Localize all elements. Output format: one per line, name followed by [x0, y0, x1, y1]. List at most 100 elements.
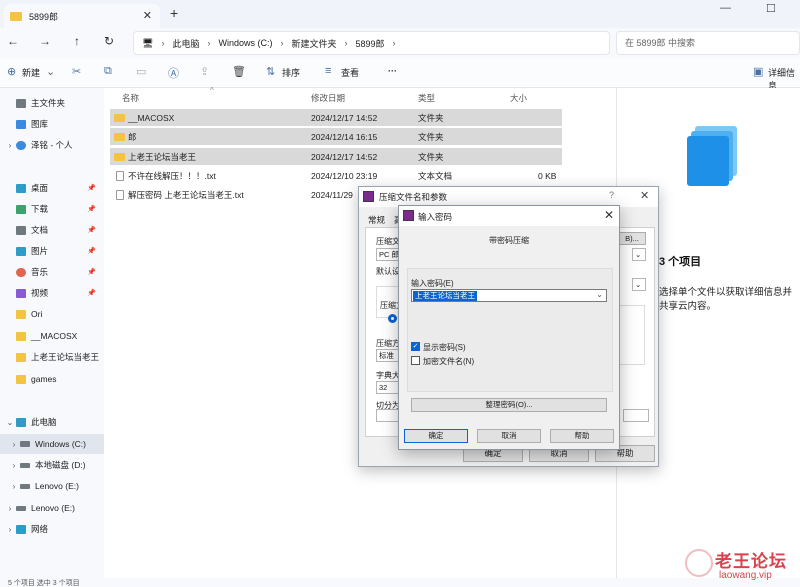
sidebar-item-onedrive[interactable]: › 泽铭 - 个人 — [0, 135, 104, 155]
sidebar-item-videos[interactable]: 视频 📌 — [0, 283, 104, 303]
breadcrumb-this-pc[interactable]: 此电脑 — [172, 37, 199, 50]
breadcrumb-c-drive[interactable]: Windows (C:) — [218, 38, 272, 48]
sidebar-item-label: 上老王论坛当老王 — [31, 352, 100, 362]
address-bar[interactable]: 🖥 › 此电脑 › Windows (C:) › 新建文件夹 › 5899郎 › — [133, 31, 610, 55]
encrypt-names-label[interactable]: 加密文件名(N) — [423, 356, 474, 367]
table-row[interactable]: 上老王论坛当老王 2024/12/17 14:52 文件夹 — [110, 148, 562, 165]
sidebar-item-c-drive[interactable]: › Windows (C:) — [0, 434, 104, 454]
profile-dropdown[interactable]: ⌄ — [632, 278, 646, 291]
sidebar-item-pictures[interactable]: 图片 📌 — [0, 241, 104, 261]
cancel-button[interactable]: 取消 — [477, 429, 541, 443]
view-button[interactable]: 查看 — [341, 66, 359, 79]
chevron-right-icon[interactable]: › — [4, 525, 16, 534]
sidebar-item-music[interactable]: 音乐 📌 — [0, 262, 104, 282]
radio-button[interactable] — [388, 314, 397, 323]
refresh-button[interactable]: ↻ — [101, 34, 117, 48]
column-header-size[interactable]: 大小 — [510, 92, 527, 104]
sidebar-item-laowang[interactable]: 上老王论坛当老王 — [0, 347, 104, 367]
sidebar-item-e-drive[interactable]: › Lenovo (E:) — [0, 476, 104, 496]
chevron-right-icon[interactable]: › — [4, 141, 16, 150]
organize-passwords-button[interactable]: 整理密码(O)... — [411, 398, 607, 412]
dialog-titlebar[interactable]: 输入密码 ✕ — [399, 206, 619, 226]
sidebar-item-d-drive[interactable]: › 本地磁盘 (D:) — [0, 455, 104, 475]
breadcrumb-new-folder[interactable]: 新建文件夹 — [291, 37, 336, 50]
maximize-button[interactable]: ☐ — [766, 2, 776, 15]
sidebar-item-label: 视频 — [31, 288, 49, 298]
pin-icon[interactable]: 📌 — [87, 289, 96, 297]
sidebar-item-documents[interactable]: 文档 📌 — [0, 220, 104, 240]
forward-button[interactable]: → — [37, 34, 53, 48]
browse-button[interactable]: B)... — [618, 232, 646, 245]
tab-general[interactable]: 常规 — [368, 214, 385, 226]
show-password-label[interactable]: 显示密码(S) — [423, 342, 466, 353]
show-password-checkbox[interactable]: ✓ — [411, 342, 420, 351]
sidebar-item-home[interactable]: 主文件夹 — [0, 93, 104, 113]
back-button[interactable]: ← — [5, 34, 21, 48]
cut-icon[interactable]: ✂ — [72, 65, 81, 78]
sidebar-item-gallery[interactable]: 图库 — [0, 114, 104, 134]
dialog-titlebar[interactable]: 压缩文件名和参数 ? ✕ — [359, 187, 658, 207]
column-header-name[interactable]: 名称 — [122, 92, 139, 104]
delete-icon[interactable]: 🗑 — [232, 65, 246, 78]
pin-icon[interactable]: 📌 — [87, 268, 96, 276]
help-icon[interactable]: ? — [609, 190, 614, 200]
sidebar-item-macosx[interactable]: __MACOSX — [0, 326, 104, 346]
close-tab-icon[interactable]: ✕ — [143, 9, 152, 22]
sidebar-item-label: 图库 — [31, 119, 49, 129]
paste-icon[interactable]: ▭ — [136, 65, 146, 78]
archive-name-dropdown[interactable]: ⌄ — [632, 248, 646, 261]
sidebar-item-downloads[interactable]: 下载 📌 — [0, 199, 104, 219]
chevron-right-icon: › — [161, 38, 165, 48]
text-file-icon — [116, 170, 124, 181]
share-icon[interactable]: ⇪ — [200, 65, 209, 78]
table-row[interactable]: __MACOSX 2024/12/17 14:52 文件夹 — [110, 109, 562, 126]
more-button[interactable]: ··· — [388, 66, 397, 76]
table-row[interactable]: 不许在线解压！！！.txt 2024/12/10 23:19 文本文档 0 KB — [110, 167, 562, 184]
new-button[interactable]: 新建 — [22, 66, 40, 79]
chevron-right-icon[interactable]: › — [4, 504, 16, 513]
pin-icon[interactable]: 📌 — [87, 184, 96, 192]
column-header-type[interactable]: 类型 — [418, 92, 435, 104]
sort-button[interactable]: 排序 — [282, 66, 300, 79]
pin-icon[interactable]: 📌 — [87, 247, 96, 255]
ok-button[interactable]: 确定 — [404, 429, 468, 443]
close-icon[interactable]: ✕ — [640, 189, 649, 202]
chevron-right-icon: › — [392, 38, 396, 48]
network-icon — [16, 524, 26, 534]
chevron-right-icon[interactable]: › — [8, 482, 20, 491]
breadcrumb-5899[interactable]: 5899郎 — [355, 37, 384, 50]
sidebar-item-desktop[interactable]: 桌面 📌 — [0, 178, 104, 198]
encrypt-names-checkbox[interactable] — [411, 356, 420, 365]
chevron-right-icon[interactable]: › — [8, 461, 20, 470]
pin-icon[interactable]: 📌 — [87, 205, 96, 213]
sidebar-item-network[interactable]: › 网络 — [0, 519, 104, 539]
gallery-icon — [16, 119, 26, 129]
split-unit-dropdown[interactable] — [623, 409, 649, 422]
new-tab-button[interactable]: + — [170, 5, 178, 21]
close-icon[interactable]: ✕ — [604, 208, 614, 222]
chevron-right-icon[interactable]: › — [8, 440, 20, 449]
dialog-heading: 带密码压缩 — [489, 236, 529, 245]
pin-icon[interactable]: 📌 — [87, 226, 96, 234]
table-row[interactable]: 郎 2024/12/14 16:15 文件夹 — [110, 128, 562, 145]
tab-5899[interactable]: 5899郎 ✕ — [4, 4, 160, 28]
sidebar-item-this-pc[interactable]: ⌄ 此电脑 — [0, 412, 104, 432]
rename-icon[interactable]: Ⓐ — [168, 65, 179, 81]
column-header-date[interactable]: 修改日期 — [311, 92, 345, 104]
chevron-down-icon[interactable]: ⌄ — [596, 290, 603, 299]
watermark-text: 老王论坛 — [715, 552, 787, 571]
up-button[interactable]: ↑ — [69, 34, 85, 48]
help-button[interactable]: 帮助 — [550, 429, 614, 443]
password-input[interactable]: 上老王论坛当老王 ⌄ — [411, 289, 607, 302]
stacked-files-icon-front — [687, 136, 729, 186]
sidebar-item-label: 桌面 — [31, 183, 49, 193]
sidebar-item-ori[interactable]: Ori — [0, 304, 104, 324]
chevron-down-icon[interactable]: ⌄ — [4, 418, 16, 427]
search-input[interactable]: 在 5899郎 中搜索 — [616, 31, 800, 55]
copy-icon[interactable]: ⧉ — [104, 65, 112, 78]
picture-icon — [16, 246, 26, 256]
sidebar-item-e-drive-2[interactable]: › Lenovo (E:) — [0, 498, 104, 518]
minimize-button[interactable]: — — [720, 2, 731, 14]
details-pane-icon: ▣ — [753, 66, 764, 78]
sidebar-item-games[interactable]: games — [0, 369, 104, 389]
